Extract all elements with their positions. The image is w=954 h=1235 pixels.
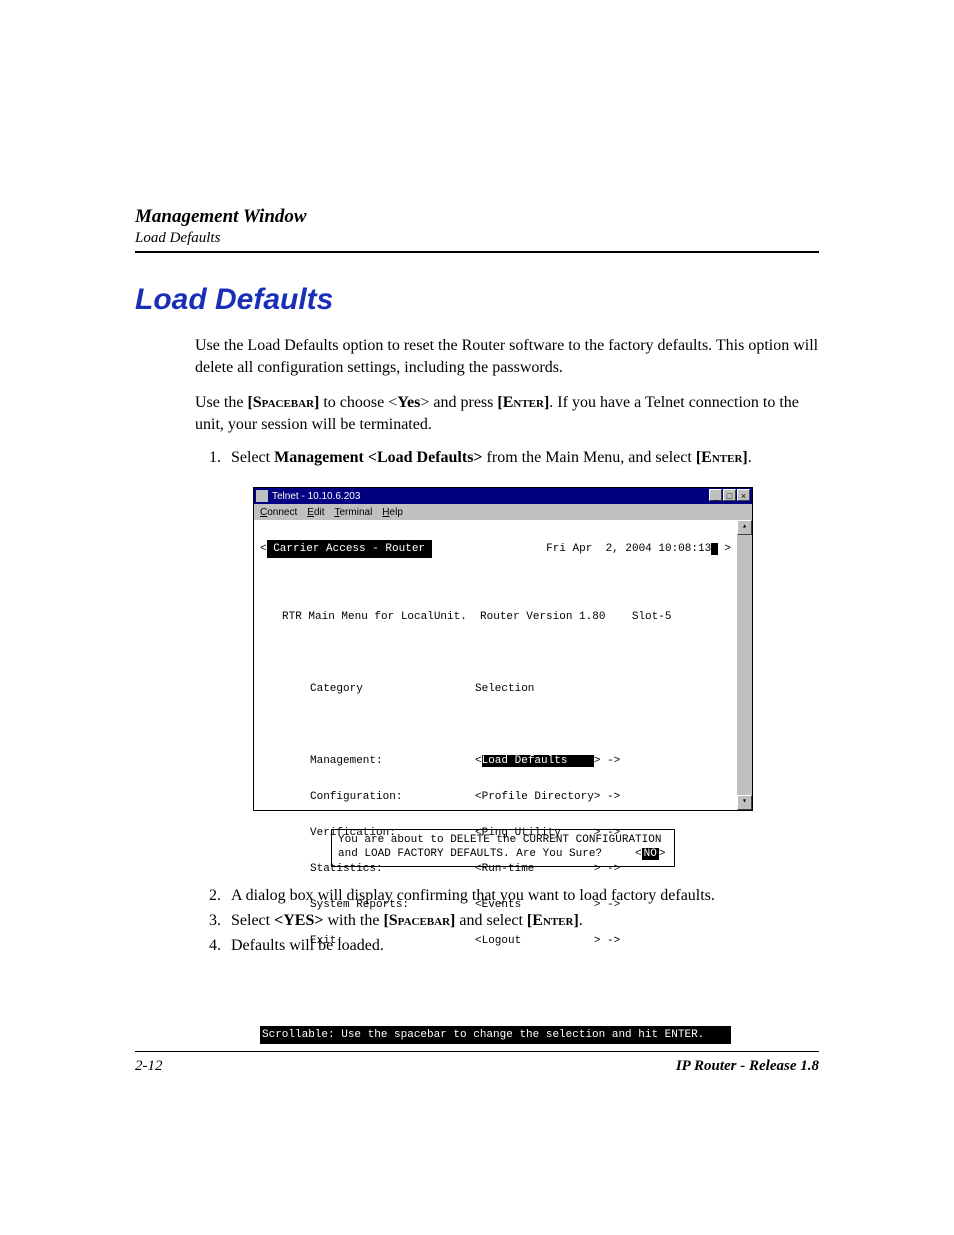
intro-paragraph-2: Use the [Spacebar] to choose <Yes> and p… [195, 392, 819, 435]
scroll-down-button[interactable]: ▾ [737, 795, 752, 810]
chapter-subheading: Load Defaults [135, 230, 819, 247]
telnet-window: Telnet - 10.10.6.203 _ □ × Connect Edit … [253, 487, 753, 811]
terminal-header-line: RTR Main Menu for LocalUnit. Router Vers… [260, 608, 731, 626]
menu-row-verification[interactable]: Verification:<Ping Utility > -> [260, 824, 731, 842]
menu-row-management[interactable]: Management:<Load Defaults > -> [260, 752, 731, 770]
menu-help[interactable]: Help [382, 507, 403, 518]
section-title: Load Defaults [135, 283, 819, 317]
window-titlebar: Telnet - 10.10.6.203 _ □ × [254, 488, 752, 504]
minimize-button[interactable]: _ [709, 489, 722, 501]
chapter-title: Management Window [135, 206, 819, 228]
footer-rule [135, 1051, 819, 1052]
menu-row-statistics[interactable]: Statistics:<Run-time > -> [260, 860, 731, 878]
menu-connect[interactable]: Connect [260, 507, 297, 518]
terminal-banner: Carrier Access - Router [267, 540, 432, 558]
page-number: 2-12 [135, 1058, 163, 1075]
app-icon [256, 490, 268, 502]
terminal-footer-hint: Scrollable: Use the spacebar to change t… [260, 1026, 731, 1044]
terminal-area: ▴ ▾ < Carrier Access - Router Fri Apr 2,… [254, 520, 752, 810]
menu-row-system-reports[interactable]: System Reports:<Events > -> [260, 896, 731, 914]
maximize-button[interactable]: □ [723, 489, 736, 501]
header-rule [135, 251, 819, 253]
menu-row-configuration[interactable]: Configuration:<Profile Directory> -> [260, 788, 731, 806]
window-title: Telnet - 10.10.6.203 [272, 491, 360, 502]
menu-row-exit[interactable]: Exit:<Logout > -> [260, 932, 731, 950]
menu-edit[interactable]: Edit [307, 507, 324, 518]
column-header-category: Category [260, 680, 475, 698]
step-1: Select Management <Load Defaults> from t… [225, 449, 819, 467]
menubar: Connect Edit Terminal Help [254, 504, 752, 520]
intro-paragraph-1: Use the Load Defaults option to reset th… [195, 335, 819, 378]
close-button[interactable]: × [737, 489, 750, 501]
menu-terminal[interactable]: Terminal [335, 507, 373, 518]
terminal-datetime: Fri Apr 2, 2004 10:08:13 [546, 540, 718, 558]
product-footer: IP Router - Release 1.8 [676, 1058, 819, 1075]
column-header-selection: Selection [475, 680, 534, 698]
scroll-up-button[interactable]: ▴ [737, 520, 752, 535]
